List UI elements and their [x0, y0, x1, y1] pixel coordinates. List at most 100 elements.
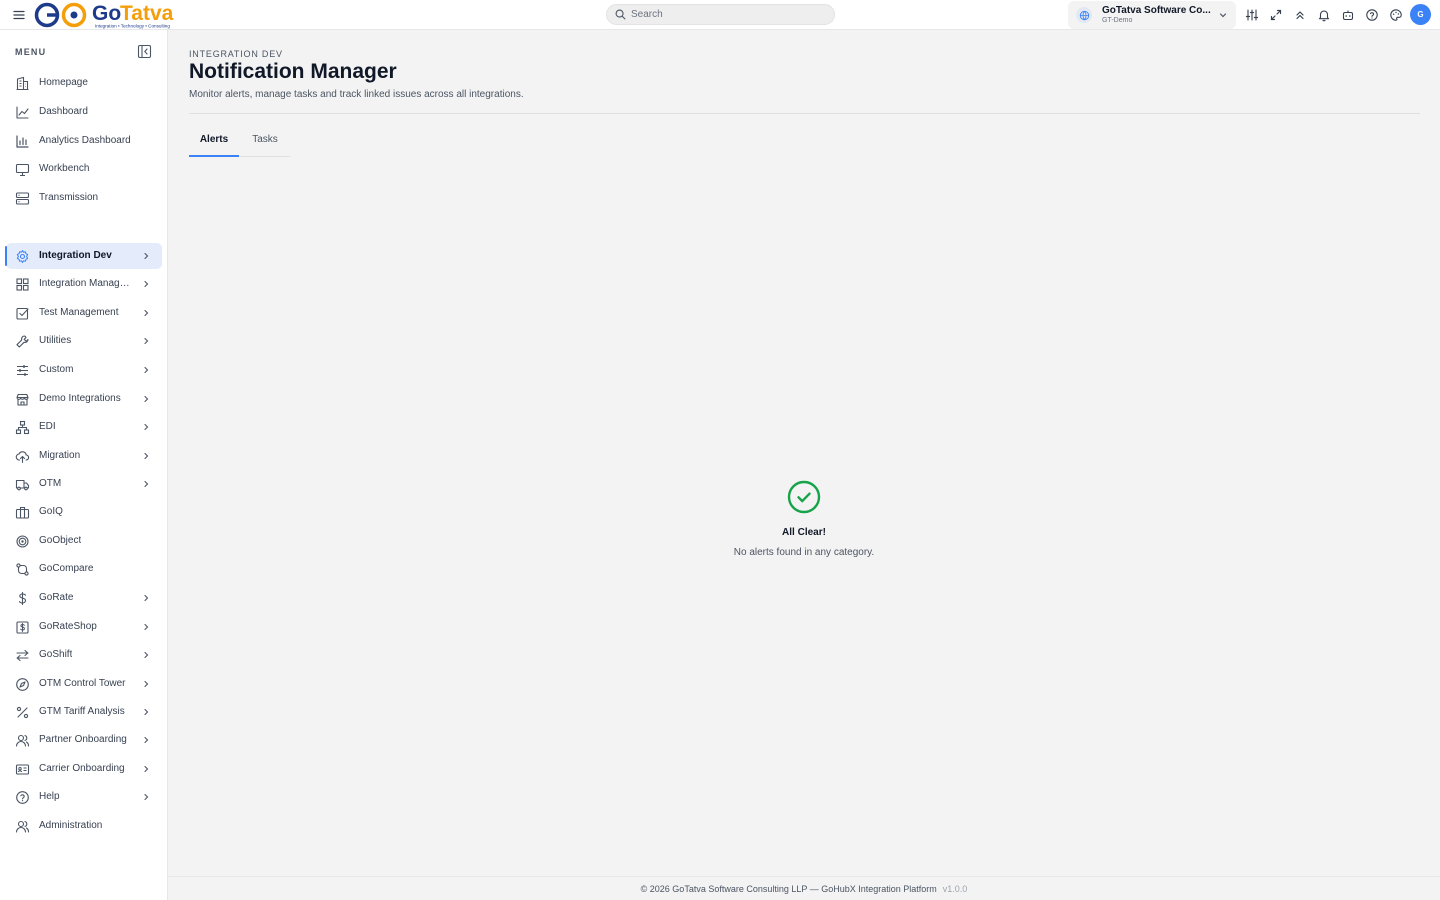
sidebar-item-integration-dev[interactable]: Integration Dev	[5, 243, 162, 269]
chevrons-up-icon[interactable]	[1293, 8, 1307, 22]
tab-alerts[interactable]: Alerts	[189, 126, 239, 157]
empty-state: All Clear! No alerts found in any catego…	[704, 480, 904, 558]
tenant-name: GoTatva Software Co...	[1102, 5, 1211, 16]
bell-icon[interactable]	[1317, 8, 1331, 22]
sidebar-item-utilities[interactable]: Utilities	[6, 328, 162, 354]
tab-tasks[interactable]: Tasks	[241, 126, 289, 157]
chevron-right-icon	[144, 423, 149, 431]
sidebar-item-workbench[interactable]: Workbench	[6, 156, 162, 182]
checkbox-icon	[16, 307, 29, 320]
logo-mark-icon: Go Tatva Integration • Technology • Cons…	[34, 2, 174, 29]
search-bar[interactable]	[606, 4, 835, 25]
id-card-icon	[15, 764, 30, 775]
sidebar-item-edi[interactable]: EDI	[6, 414, 162, 440]
sidebar-item-dashboard[interactable]: Dashboard	[6, 99, 162, 125]
page-subtitle: Monitor alerts, manage tasks and track l…	[189, 89, 524, 100]
header-divider	[189, 113, 1420, 114]
sidebar-item-label: OTM Control Tower	[39, 678, 126, 689]
chevron-right-icon	[144, 395, 149, 403]
sidebar-item-goobject[interactable]: GoObject	[6, 528, 162, 554]
menu-label: MENU	[15, 47, 47, 57]
users-icon	[15, 734, 30, 747]
sidebar-item-gorateshop[interactable]: GoRateShop	[6, 614, 162, 640]
cloud-upload-icon	[15, 451, 30, 464]
sidebar-item-label: EDI	[39, 421, 56, 432]
sidebar-item-custom[interactable]: Custom	[6, 357, 162, 383]
empty-state-text: No alerts found in any category.	[733, 547, 875, 558]
sidebar-item-otm[interactable]: OTM	[6, 471, 162, 497]
sidebar-item-label: Transmission	[39, 192, 99, 203]
sidebar-item-goshift[interactable]: GoShift	[6, 642, 162, 668]
sidebar-item-label: Demo Integrations	[39, 393, 121, 404]
sidebar-item-gorate[interactable]: GoRate	[6, 585, 162, 611]
sidebar-item-label: GoRateShop	[39, 621, 97, 632]
sidebar-item-gocompare[interactable]: GoCompare	[6, 556, 162, 582]
sidebar-item-label: Utilities	[39, 335, 72, 346]
sidebar-item-label: GoIQ	[39, 506, 63, 517]
footer: © 2026 GoTatva Software Consulting LLP —…	[168, 876, 1440, 900]
sidebar-item-transmission[interactable]: Transmission	[6, 185, 162, 211]
chevron-right-icon	[144, 765, 149, 773]
sidebar-item-goiq[interactable]: GoIQ	[6, 499, 162, 525]
sidebar-item-partner-onboarding[interactable]: Partner Onboarding	[6, 727, 162, 753]
search-input[interactable]	[631, 9, 821, 20]
sidebar-item-label: Integration Management	[39, 278, 135, 289]
sidebar-item-homepage[interactable]: Homepage	[6, 70, 162, 96]
tenant-info: GoTatva Software Co... GT-Demo	[1102, 5, 1218, 25]
sidebar-item-label: OTM	[39, 478, 62, 489]
chevron-right-icon	[144, 594, 149, 602]
svg-text:Tatva: Tatva	[120, 2, 174, 25]
sidebar-item-label: Administration	[39, 820, 103, 831]
sidebar-item-otm-control-tower[interactable]: OTM Control Tower	[6, 671, 162, 697]
check-circle-icon	[787, 480, 821, 514]
wrench-icon	[16, 335, 29, 348]
sidebar-item-label: GTM Tariff Analysis	[39, 706, 125, 717]
sidebar-item-label: Migration	[39, 450, 81, 461]
tenant-selector[interactable]: GoTatva Software Co... GT-Demo	[1068, 1, 1236, 29]
chevron-right-icon	[144, 480, 149, 488]
sidebar-item-help[interactable]: Help	[6, 784, 162, 810]
building-icon	[16, 76, 29, 91]
monitor-icon	[15, 163, 30, 177]
sliders-icon[interactable]	[1245, 8, 1259, 22]
expand-icon[interactable]	[1269, 8, 1283, 22]
chevron-right-icon	[144, 337, 149, 345]
sidebar-item-integration-management[interactable]: Integration Management	[6, 271, 162, 297]
sidebar-item-test-management[interactable]: Test Management	[6, 300, 162, 326]
svg-text:Go: Go	[92, 2, 121, 25]
sidebar-item-label: GoCompare	[39, 563, 94, 574]
page-title: Notification Manager	[189, 60, 397, 83]
bot-icon[interactable]	[1341, 8, 1355, 22]
tenant-env: GT-Demo	[1102, 17, 1133, 24]
sidebar-item-administration[interactable]: Administration	[6, 813, 162, 839]
gotatva-logo[interactable]: Go Tatva Integration • Technology • Cons…	[34, 1, 196, 29]
hamburger-menu-icon[interactable]	[12, 8, 26, 22]
sidebar-item-carrier-onboarding[interactable]: Carrier Onboarding	[6, 756, 162, 782]
chevron-right-icon	[144, 651, 149, 659]
arrows-left-right-icon	[16, 649, 29, 662]
compass-icon	[16, 678, 29, 691]
collapse-sidebar-icon[interactable]	[137, 44, 152, 59]
sidebar-item-demo-integrations[interactable]: Demo Integrations	[6, 386, 162, 412]
chevron-right-icon	[144, 309, 149, 317]
help-circle-icon[interactable]	[1365, 8, 1379, 22]
git-compare-icon	[16, 563, 29, 576]
sidebar-item-migration[interactable]: Migration	[6, 443, 162, 469]
palette-icon[interactable]	[1389, 8, 1403, 22]
footer-version: v1.0.0	[942, 883, 968, 894]
chevron-right-icon	[144, 680, 149, 688]
top-bar: Go Tatva Integration • Technology • Cons…	[0, 0, 1440, 30]
store-icon	[16, 393, 29, 406]
sidebar: MENU Homepage Dashboard Analytics Dashbo…	[0, 30, 168, 900]
chevron-down-icon	[1219, 13, 1227, 18]
briefcase-icon	[15, 506, 30, 519]
sidebar-item-label: Partner Onboarding	[39, 734, 127, 745]
user-avatar[interactable]: G	[1410, 4, 1431, 25]
sidebar-item-label: GoShift	[39, 649, 73, 660]
chevron-right-icon	[144, 623, 149, 631]
help-circle-icon	[16, 791, 29, 804]
sidebar-item-gtm-tariff-analysis[interactable]: GTM Tariff Analysis	[6, 699, 162, 725]
chevron-right-icon	[144, 452, 149, 460]
sidebar-item-analytics-dashboard[interactable]: Analytics Dashboard	[6, 128, 162, 154]
sidebar-item-label: Dashboard	[39, 106, 88, 117]
